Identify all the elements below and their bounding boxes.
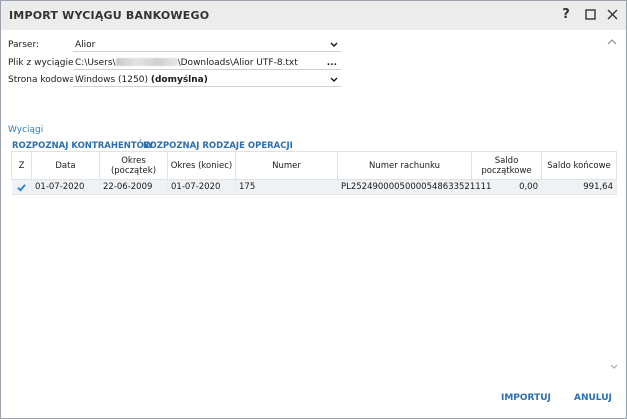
statements-section-title[interactable]: Wyciągi [8, 125, 43, 135]
maximize-icon [584, 8, 596, 20]
import-dialog: IMPORT WYCIĄGU BANKOWEGO ? Parser: Alior… [0, 0, 627, 419]
cell-period-start: 22-06-2009 [99, 179, 168, 195]
help-button[interactable]: ? [557, 5, 575, 23]
collapse-button[interactable] [607, 38, 617, 48]
title-bar[interactable]: IMPORT WYCIĄGU BANKOWEGO ? [1, 1, 626, 30]
scroll-down-button[interactable] [610, 363, 618, 373]
chevron-down-icon [330, 77, 338, 82]
chevron-down-icon [610, 364, 618, 369]
file-path-field[interactable]: C:\Users\ \Downloads\Alior UTF-8.txt ... [73, 56, 341, 70]
row-checkbox-cell[interactable] [11, 179, 32, 195]
parser-select[interactable]: Alior [73, 38, 341, 52]
cell-number: 175 [235, 179, 338, 195]
column-header-data[interactable]: Data [31, 151, 100, 180]
column-header-account-number[interactable]: Numer rachunku [337, 151, 472, 180]
redacted-username [115, 58, 178, 66]
column-header-closing-balance[interactable]: Saldo końcowe [541, 151, 617, 180]
parser-value: Alior [75, 40, 96, 50]
cancel-button[interactable]: ANULUJ [574, 393, 612, 403]
chevron-down-icon [330, 42, 338, 47]
codepage-value: Windows (1250) [75, 75, 148, 85]
codepage-label: Strona kodowa: [8, 75, 78, 85]
table-row[interactable]: 01-07-2020 22-06-2009 01-07-2020 175 PL2… [11, 179, 617, 195]
file-path-suffix: \Downloads\Alior UTF-8.txt [177, 58, 298, 68]
statements-table: Z Data Okres (początek) Okres (koniec) N… [11, 151, 617, 195]
column-header-number[interactable]: Numer [235, 151, 338, 180]
column-header-opening-balance[interactable]: Saldo początkowe [471, 151, 542, 180]
close-icon [607, 9, 617, 19]
codepage-select[interactable]: Windows (1250) (domyślna) [73, 73, 341, 87]
column-header-z[interactable]: Z [11, 151, 32, 180]
file-path-prefix: C:\Users\ [75, 58, 116, 68]
cell-account-number: PL25249000050000548633521111 [337, 179, 491, 195]
chevron-up-icon [607, 39, 617, 45]
parser-label: Parser: [8, 40, 40, 50]
cell-closing-balance: 991,64 [541, 179, 617, 195]
recognize-operation-types-button[interactable]: ROZPOZNAJ RODZAJE OPERACJI [143, 141, 293, 151]
help-icon: ? [562, 6, 570, 22]
cell-period-end: 01-07-2020 [167, 179, 236, 195]
column-header-period-start[interactable]: Okres (początek) [99, 151, 168, 180]
column-header-period-end[interactable]: Okres (koniec) [167, 151, 236, 180]
maximize-button[interactable] [581, 5, 599, 23]
table-header-row: Z Data Okres (początek) Okres (koniec) N… [11, 151, 617, 180]
dialog-title: IMPORT WYCIĄGU BANKOWEGO [9, 9, 210, 22]
checkbox-checked-icon[interactable] [17, 183, 26, 192]
browse-button[interactable]: ... [327, 56, 337, 69]
recognize-contractors-button[interactable]: ROZPOZNAJ KONTRAHENTÓW [12, 141, 153, 151]
close-button[interactable] [603, 5, 621, 23]
cell-data: 01-07-2020 [31, 179, 100, 195]
import-button[interactable]: IMPORTUJ [501, 393, 551, 403]
codepage-default: (domyślna) [150, 75, 208, 85]
